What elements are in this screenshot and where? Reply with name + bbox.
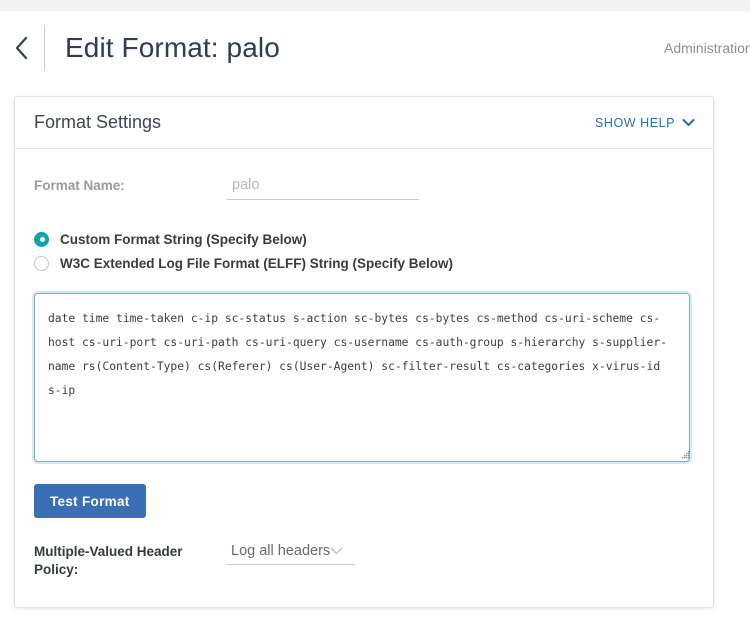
card-body: Format Name: Custom Format String (Speci… — [15, 149, 713, 579]
format-type-radio-group: Custom Format String (Specify Below) W3C… — [34, 227, 694, 275]
radio-elff-string[interactable]: W3C Extended Log File Format (ELFF) Stri… — [34, 251, 694, 275]
format-name-row: Format Name: — [34, 175, 694, 213]
top-strip — [0, 0, 750, 11]
format-name-input[interactable] — [227, 175, 419, 200]
format-name-label: Format Name: — [34, 178, 125, 193]
radio-indicator-selected[interactable] — [34, 231, 49, 247]
show-help-label: SHOW HELP — [595, 115, 675, 130]
format-string-textarea[interactable] — [34, 293, 690, 462]
header-policy-select[interactable]: Log all headers — [227, 543, 355, 565]
header-policy-selected-value: Log all headers — [231, 543, 331, 559]
format-settings-card: Format Settings SHOW HELP Format Name: C… — [14, 96, 714, 608]
back-button[interactable] — [0, 11, 44, 85]
radio-label-elff: W3C Extended Log File Format (ELFF) Stri… — [60, 255, 454, 271]
chevron-down-icon — [682, 118, 695, 127]
chevron-left-icon — [14, 35, 30, 61]
page-header: Edit Format: palo Administration — [0, 11, 750, 85]
card-header: Format Settings SHOW HELP — [15, 97, 713, 149]
breadcrumb-administration: Administration — [664, 40, 750, 56]
format-string-wrapper — [34, 293, 694, 462]
radio-custom-format-string[interactable]: Custom Format String (Specify Below) — [34, 227, 694, 251]
chevron-down-icon — [330, 547, 347, 555]
header-policy-label: Multiple-Valued Header Policy: — [34, 544, 183, 577]
header-divider — [44, 25, 45, 71]
page-title: Edit Format: palo — [65, 32, 280, 63]
radio-label-custom: Custom Format String (Specify Below) — [60, 231, 307, 247]
show-help-toggle[interactable]: SHOW HELP — [595, 116, 695, 130]
header-policy-row: Multiple-Valued Header Policy: Log all h… — [34, 543, 694, 579]
radio-indicator-unselected[interactable] — [34, 255, 49, 271]
card-title: Format Settings — [34, 112, 162, 132]
test-format-button[interactable]: Test Format — [34, 484, 146, 518]
